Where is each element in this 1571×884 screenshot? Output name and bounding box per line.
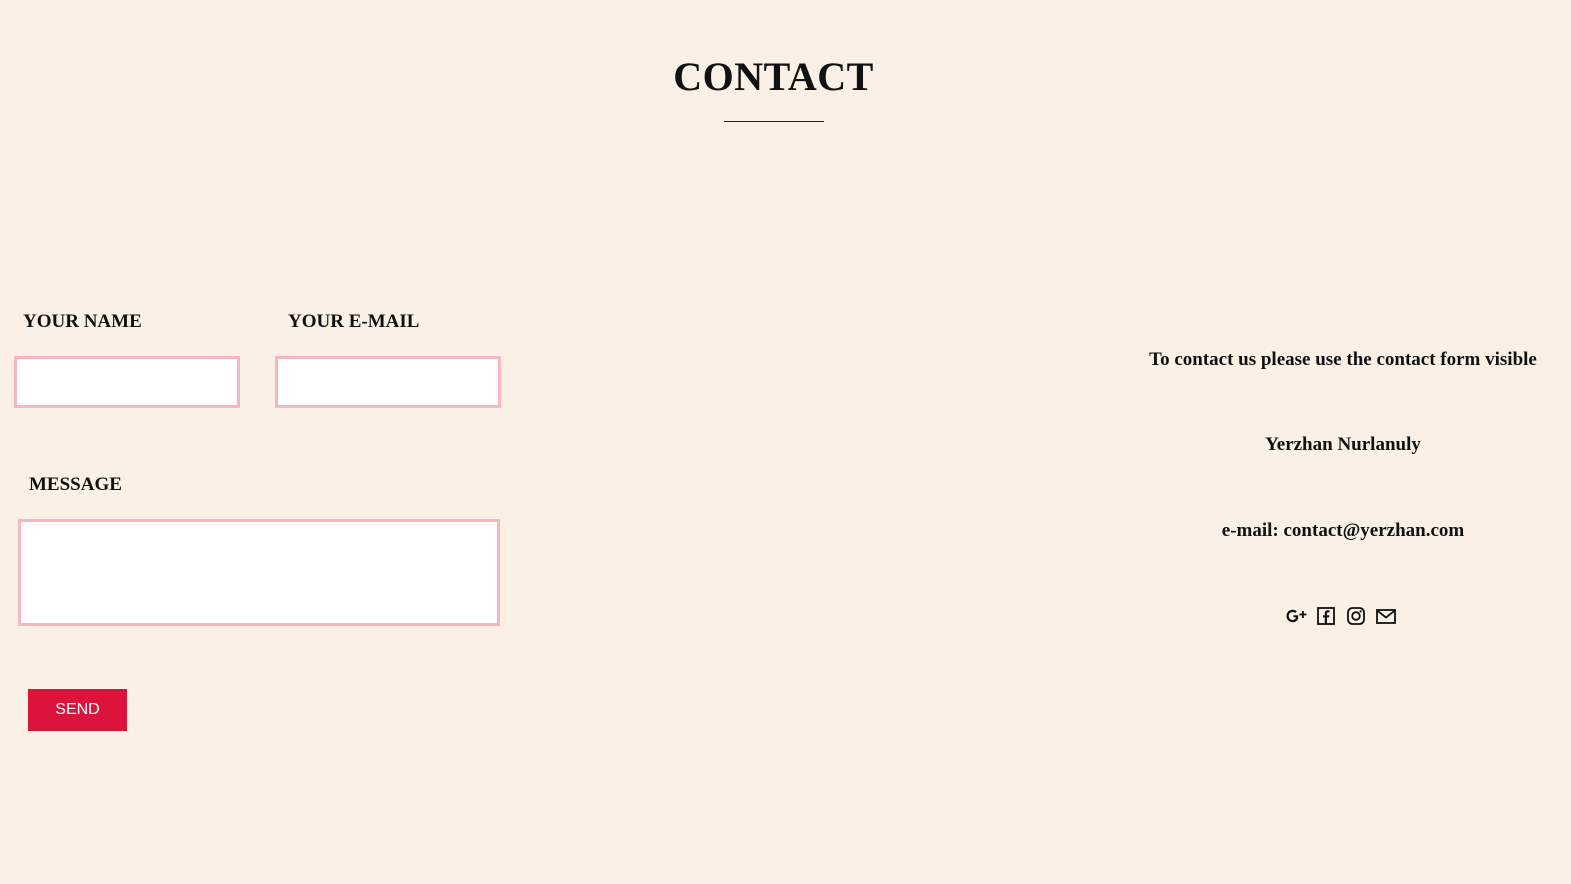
instagram-icon[interactable] <box>1344 604 1368 628</box>
contact-email: e-mail: contact@yerzhan.com <box>1221 520 1465 541</box>
name-input[interactable] <box>14 356 240 408</box>
mail-icon[interactable] <box>1374 604 1398 628</box>
social-links <box>1284 604 1398 628</box>
contact-instruction: To contact us please use the contact for… <box>1149 349 1537 370</box>
email-label: YOUR E-MAIL <box>288 311 420 332</box>
name-label: YOUR NAME <box>23 311 142 332</box>
message-label: MESSAGE <box>29 474 122 495</box>
page-title: CONTACT <box>673 54 874 99</box>
contact-name: Yerzhan Nurlanuly <box>1265 434 1421 455</box>
google-plus-icon[interactable] <box>1284 604 1308 628</box>
title-divider <box>724 121 824 122</box>
send-button[interactable]: SEND <box>28 689 127 731</box>
message-textarea[interactable] <box>18 519 500 626</box>
email-input[interactable] <box>275 356 501 408</box>
facebook-icon[interactable] <box>1314 604 1338 628</box>
